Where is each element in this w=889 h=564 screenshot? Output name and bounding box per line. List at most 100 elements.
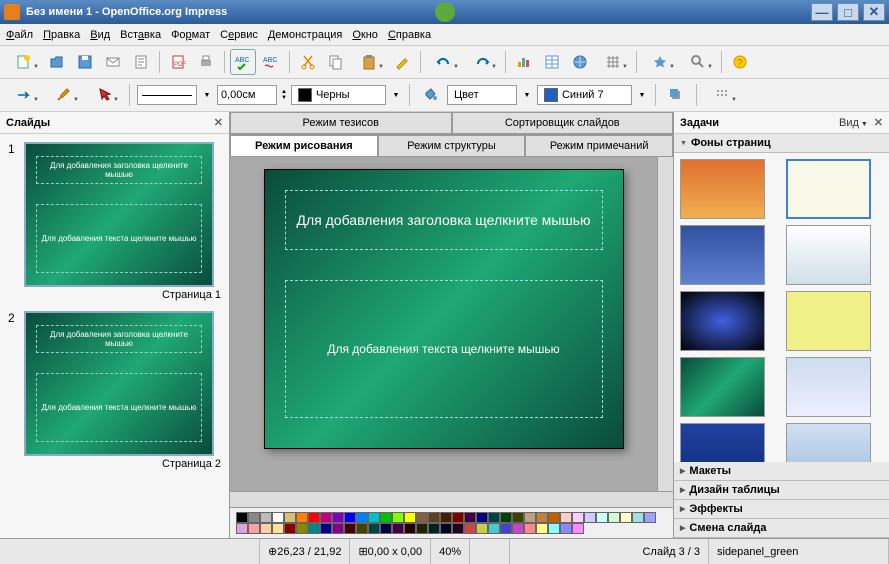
color-swatch[interactable] — [464, 512, 476, 523]
tab-outline[interactable]: Режим тезисов — [230, 112, 452, 134]
color-swatch[interactable] — [440, 523, 452, 534]
color-swatch[interactable] — [512, 523, 524, 534]
pdf-button[interactable]: PDF — [165, 49, 191, 75]
color-swatch[interactable] — [500, 523, 512, 534]
color-swatch[interactable] — [260, 512, 272, 523]
color-swatch[interactable] — [524, 523, 536, 534]
status-zoom[interactable]: 40% — [431, 539, 470, 564]
maximize-button[interactable]: □ — [837, 3, 859, 21]
color-swatch[interactable] — [284, 523, 296, 534]
color-swatch[interactable] — [572, 512, 584, 523]
spellcheck-button[interactable]: ABC — [230, 49, 256, 75]
close-button[interactable]: ✕ — [863, 3, 885, 21]
color-swatch[interactable] — [464, 523, 476, 534]
slide-thumb-1[interactable]: 1 Для добавления заголовка щелкните мышь… — [8, 142, 221, 301]
color-swatch[interactable] — [644, 512, 656, 523]
color-swatch[interactable] — [236, 523, 248, 534]
tab-draw[interactable]: Режим рисования — [230, 135, 378, 157]
background-template[interactable] — [786, 357, 871, 417]
color-swatch[interactable] — [392, 523, 404, 534]
table-button[interactable] — [539, 49, 565, 75]
color-swatch[interactable] — [320, 512, 332, 523]
slide-canvas[interactable]: Для добавления заголовка щелкните мышью … — [230, 157, 657, 491]
color-swatch[interactable] — [404, 512, 416, 523]
minimize-button[interactable]: — — [811, 3, 833, 21]
color-swatch[interactable] — [332, 523, 344, 534]
color-swatch[interactable] — [500, 512, 512, 523]
fill-color-dropdown[interactable]: ▼ — [636, 85, 648, 105]
tab-notes[interactable]: Режим примечаний — [525, 135, 673, 157]
section-effects[interactable]: Эффекты — [674, 500, 889, 519]
color-swatch[interactable] — [296, 512, 308, 523]
zoom-button[interactable] — [680, 49, 716, 75]
menu-help[interactable]: Справка — [388, 29, 431, 41]
color-swatch[interactable] — [476, 523, 488, 534]
background-template[interactable] — [680, 225, 765, 285]
color-swatch[interactable] — [308, 523, 320, 534]
color-swatch[interactable] — [488, 512, 500, 523]
paste-button[interactable] — [351, 49, 387, 75]
arrow-style-button[interactable] — [6, 82, 42, 108]
fill-type-select[interactable]: Цвет — [447, 85, 517, 105]
background-template[interactable] — [680, 159, 765, 219]
background-template[interactable] — [680, 423, 765, 462]
color-swatch[interactable] — [608, 512, 620, 523]
color-swatch[interactable] — [260, 523, 272, 534]
current-slide[interactable]: Для добавления заголовка щелкните мышью … — [264, 169, 624, 449]
task-view-menu[interactable]: Вид — [839, 117, 868, 129]
color-swatch[interactable] — [524, 512, 536, 523]
horizontal-scrollbar[interactable] — [230, 491, 673, 507]
menu-insert[interactable]: Вставка — [120, 29, 161, 41]
menu-edit[interactable]: Правка — [43, 29, 80, 41]
tab-sorter[interactable]: Сортировщик слайдов — [452, 112, 674, 134]
color-swatch[interactable] — [380, 523, 392, 534]
slide-thumb-2[interactable]: 2 Для добавления заголовка щелкните мышь… — [8, 311, 221, 470]
color-swatch[interactable] — [440, 512, 452, 523]
section-backgrounds[interactable]: Фоны страниц — [674, 134, 889, 153]
color-swatch[interactable] — [368, 512, 380, 523]
cursor-button[interactable] — [86, 82, 122, 108]
format-paintbrush-button[interactable] — [389, 49, 415, 75]
undo-button[interactable] — [426, 49, 462, 75]
color-swatch[interactable] — [284, 512, 296, 523]
title-placeholder[interactable]: Для добавления заголовка щелкните мышью — [285, 190, 603, 250]
grid-button[interactable] — [595, 49, 631, 75]
line-width-field[interactable]: 0,00см — [217, 85, 277, 105]
color-swatch[interactable] — [368, 523, 380, 534]
background-template[interactable] — [786, 423, 871, 462]
slide-list[interactable]: 1 Для добавления заголовка щелкните мышь… — [0, 134, 229, 538]
body-placeholder[interactable]: Для добавления текста щелкните мышью — [285, 280, 603, 418]
menu-slideshow[interactable]: Демонстрация — [268, 29, 343, 41]
color-swatch[interactable] — [596, 512, 608, 523]
grid-toggle[interactable] — [704, 82, 740, 108]
color-swatch[interactable] — [560, 523, 572, 534]
color-swatch[interactable] — [272, 523, 284, 534]
navigator-button[interactable] — [642, 49, 678, 75]
new-button[interactable] — [6, 49, 42, 75]
background-template[interactable] — [786, 225, 871, 285]
color-swatch[interactable] — [428, 512, 440, 523]
menu-window[interactable]: Окно — [352, 29, 378, 41]
shadow-button[interactable] — [663, 82, 689, 108]
color-swatch[interactable] — [584, 512, 596, 523]
fill-type-dropdown[interactable]: ▼ — [521, 85, 533, 105]
email-button[interactable] — [100, 49, 126, 75]
background-template[interactable] — [786, 291, 871, 351]
color-swatch[interactable] — [404, 523, 416, 534]
color-swatch[interactable] — [236, 512, 248, 523]
help-button[interactable]: ? — [727, 49, 753, 75]
fill-color-select[interactable]: Синий 7 — [537, 85, 632, 105]
color-swatch[interactable] — [308, 512, 320, 523]
slide-panel-close[interactable]: ✕ — [214, 116, 223, 129]
autospell-button[interactable]: ABC — [258, 49, 284, 75]
section-transition[interactable]: Смена слайда — [674, 519, 889, 538]
background-template[interactable] — [680, 357, 765, 417]
color-swatch[interactable] — [548, 523, 560, 534]
task-panel-close[interactable]: ✕ — [874, 116, 883, 129]
hyperlink-button[interactable] — [567, 49, 593, 75]
fill-button[interactable] — [417, 82, 443, 108]
color-swatch[interactable] — [248, 512, 260, 523]
line-style-select[interactable] — [137, 85, 197, 105]
color-swatch[interactable] — [452, 523, 464, 534]
pen-button[interactable] — [46, 82, 82, 108]
